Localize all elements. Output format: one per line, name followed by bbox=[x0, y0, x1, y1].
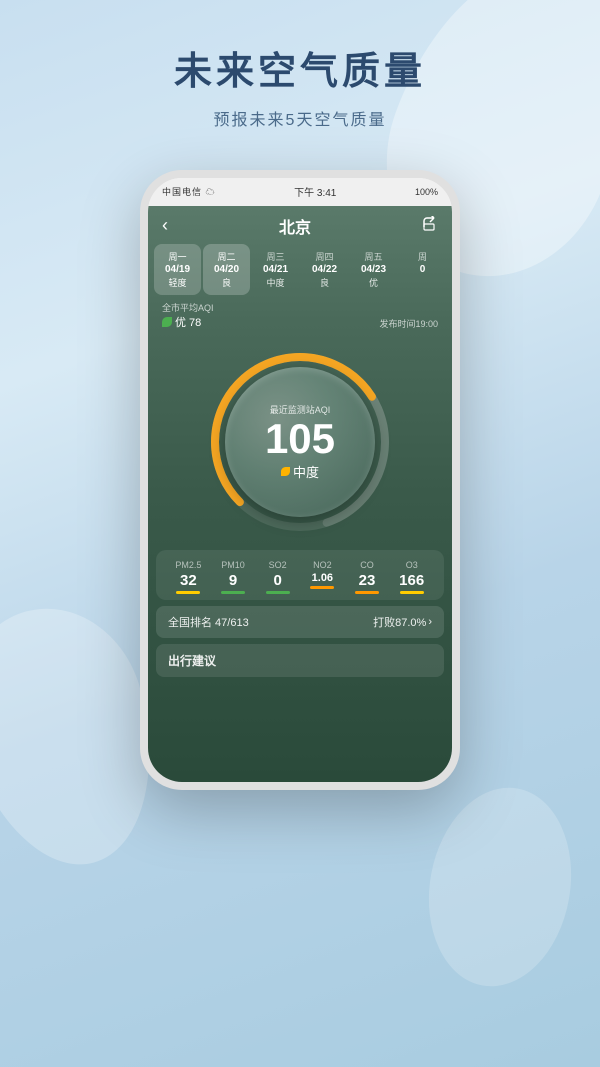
phone-wrapper: 中国电信 ☁ 下午 3:41 100% ‹ 北京 周一 bbox=[0, 170, 600, 790]
pollutant-so2: SO2 0 bbox=[255, 560, 300, 594]
pollutant-no2: NO2 1.06 bbox=[300, 560, 345, 594]
day-date-2: 04/21 bbox=[254, 264, 297, 275]
aqi-value: 优 78 bbox=[162, 314, 214, 330]
pollutant-co: CO 23 bbox=[345, 560, 390, 594]
battery: 100% bbox=[415, 187, 438, 197]
page-subtitle: 预报未来5天空气质量 bbox=[20, 106, 580, 130]
bg-decoration-3 bbox=[414, 776, 587, 997]
day-item-4[interactable]: 周五 04/23 优 bbox=[350, 244, 397, 295]
advice-row: 出行建议 bbox=[156, 644, 444, 677]
day-week-1: 周二 bbox=[205, 250, 248, 263]
page-title: 未来空气质量 bbox=[20, 50, 580, 96]
page-header: 未来空气质量 预报未来5天空气质量 bbox=[0, 0, 600, 150]
gauge-inner-ball: 最近监测站AQI 105 中度 bbox=[225, 367, 375, 517]
day-selector: 周一 04/19 轻度 周二 04/20 良 周三 04/21 中度 周四 04… bbox=[148, 244, 452, 295]
aqi-info-bar: 全市平均AQI 优 78 发布时间19:00 bbox=[148, 295, 452, 334]
ranking-right: 打败87.0% › bbox=[373, 614, 432, 630]
day-week-0: 周一 bbox=[156, 250, 199, 263]
day-quality-3: 良 bbox=[303, 276, 346, 289]
app-header: ‹ 北京 bbox=[148, 206, 452, 244]
app-screen: ‹ 北京 周一 04/19 轻度 周二 04/20 bbox=[148, 206, 452, 782]
back-button[interactable]: ‹ bbox=[162, 215, 168, 236]
pollutant-pm10: PM10 9 bbox=[211, 560, 256, 594]
day-item-1[interactable]: 周二 04/20 良 bbox=[203, 244, 250, 295]
status-bar: 中国电信 ☁ 下午 3:41 100% bbox=[148, 178, 452, 206]
day-item-5[interactable]: 周 0 bbox=[399, 244, 446, 295]
ranking-label: 全国排名 47/613 bbox=[168, 614, 249, 630]
day-week-2: 周三 bbox=[254, 250, 297, 263]
share-button[interactable] bbox=[422, 216, 438, 235]
day-item-0[interactable]: 周一 04/19 轻度 bbox=[154, 244, 201, 295]
pollutants-bar: PM2.5 32 PM10 9 SO2 0 NO2 1.06 bbox=[156, 550, 444, 600]
day-date-3: 04/22 bbox=[303, 264, 346, 275]
day-quality-1: 良 bbox=[205, 276, 248, 289]
day-week-3: 周四 bbox=[303, 250, 346, 263]
time: 下午 3:41 bbox=[294, 184, 336, 199]
day-date-0: 04/19 bbox=[156, 264, 199, 275]
day-item-3[interactable]: 周四 04/22 良 bbox=[301, 244, 348, 295]
ranking-row[interactable]: 全国排名 47/613 打败87.0% › bbox=[156, 606, 444, 638]
gauge-leaf-icon bbox=[281, 467, 290, 476]
city-label: 北京 bbox=[279, 214, 311, 238]
day-date-4: 04/23 bbox=[352, 264, 395, 275]
phone-mockup: 中国电信 ☁ 下午 3:41 100% ‹ 北京 周一 bbox=[140, 170, 460, 790]
gauge-number: 105 bbox=[265, 418, 335, 460]
leaf-icon bbox=[162, 317, 172, 327]
day-quality-0: 轻度 bbox=[156, 276, 199, 289]
day-week-4: 周五 bbox=[352, 250, 395, 263]
pollutant-pm25: PM2.5 32 bbox=[166, 560, 211, 594]
day-quality-4: 优 bbox=[352, 276, 395, 289]
day-item-2[interactable]: 周三 04/21 中度 bbox=[252, 244, 299, 295]
day-quality-2: 中度 bbox=[254, 276, 297, 289]
gauge-quality: 中度 bbox=[281, 462, 319, 481]
day-date-1: 04/20 bbox=[205, 264, 248, 275]
publish-time: 发布时间19:00 bbox=[379, 317, 438, 330]
aqi-label: 全市平均AQI bbox=[162, 301, 214, 314]
carrier: 中国电信 ☁ bbox=[162, 185, 216, 198]
day-date-5: 0 bbox=[401, 264, 444, 275]
gauge-container: 最近监测站AQI 105 中度 bbox=[148, 334, 452, 542]
gauge-wrapper: 最近监测站AQI 105 中度 bbox=[200, 342, 400, 542]
day-week-5: 周 bbox=[401, 250, 444, 263]
pollutant-o3: O3 166 bbox=[389, 560, 434, 594]
advice-title: 出行建议 bbox=[168, 652, 432, 669]
